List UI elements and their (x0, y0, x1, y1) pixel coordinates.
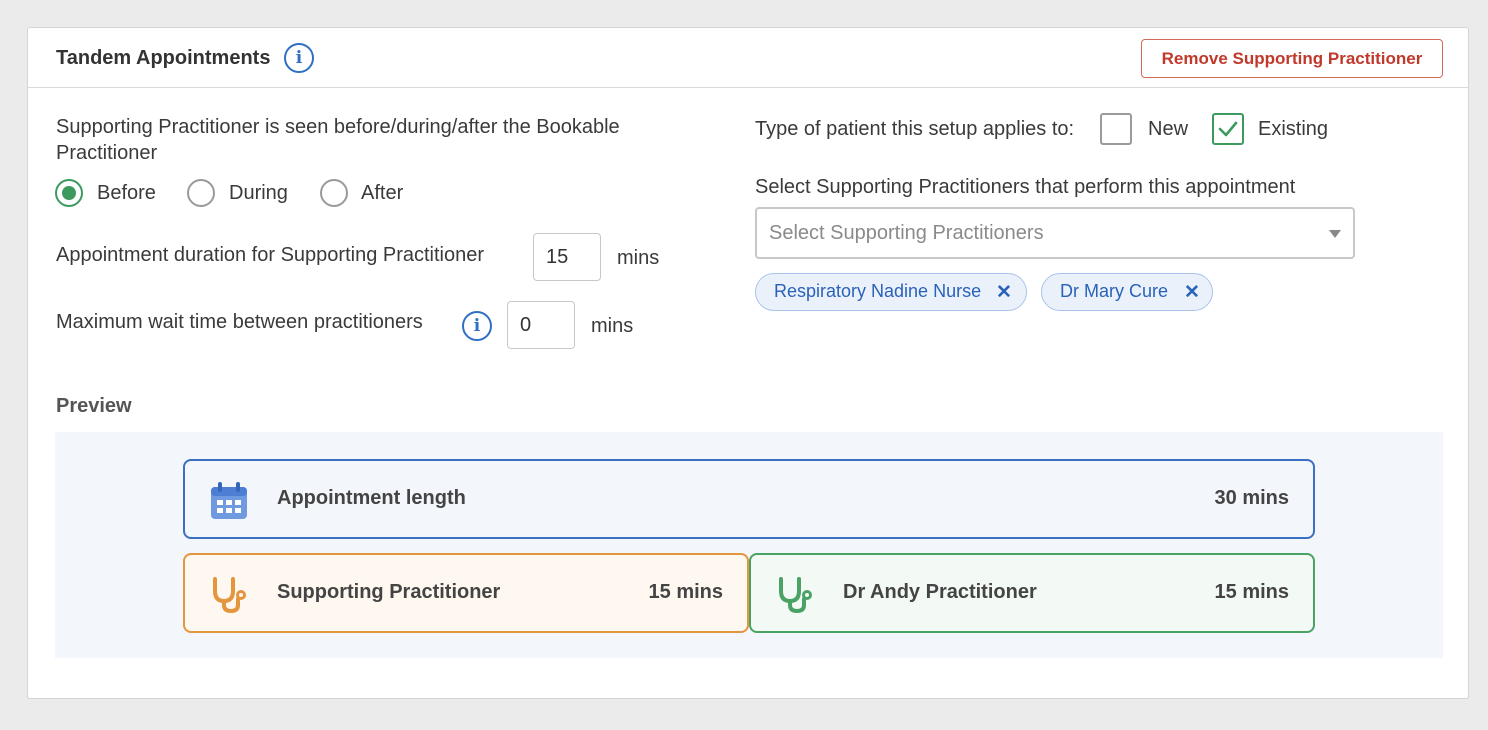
chip-dr-mary-cure: Dr Mary Cure ✕ (1041, 273, 1213, 311)
supporting-practitioner-name: Supporting Practitioner (277, 581, 501, 603)
chip-label: Dr Mary Cure (1060, 281, 1169, 301)
chip-respiratory-nadine-nurse: Respiratory Nadine Nurse ✕ (755, 273, 1027, 311)
bookable-practitioner-name: Dr Andy Practitioner (843, 581, 1037, 603)
bookable-practitioner-duration: 15 mins (1214, 581, 1289, 603)
supporting-practitioners-select[interactable]: Select Supporting Practitioners (755, 207, 1355, 259)
checkmark-icon (1218, 121, 1238, 137)
appointment-length-duration: 30 mins (1214, 487, 1289, 509)
panel-header: Tandem Appointments i Remove Supporting … (28, 28, 1468, 88)
radio-during-label: During (229, 182, 288, 204)
remove-chip-icon[interactable]: ✕ (996, 281, 1012, 304)
checkbox-new-label: New (1148, 118, 1189, 140)
remove-supporting-practitioner-button[interactable]: Remove Supporting Practitioner (1141, 39, 1443, 78)
tandem-appointments-panel: Tandem Appointments i Remove Supporting … (27, 27, 1469, 699)
remove-chip-icon[interactable]: ✕ (1184, 281, 1200, 304)
checkbox-existing[interactable] (1212, 113, 1244, 145)
preview-label: Preview (56, 395, 132, 417)
info-icon[interactable]: i (284, 43, 314, 73)
appointment-length-name: Appointment length (277, 487, 466, 509)
stethoscope-icon (213, 577, 246, 614)
stethoscope-icon (779, 577, 812, 614)
supporting-practitioner-bar: Supporting Practitioner 15 mins (183, 553, 749, 633)
page-title: Tandem Appointments (56, 47, 271, 69)
supporting-practitioner-duration: 15 mins (648, 581, 723, 603)
max-wait-unit: mins (591, 315, 634, 337)
checkbox-new[interactable] (1100, 113, 1132, 145)
duration-label: Appointment duration for Supporting Prac… (56, 244, 485, 266)
radio-before-label: Before (97, 182, 156, 204)
duration-input[interactable] (533, 233, 601, 281)
select-placeholder: Select Supporting Practitioners (769, 222, 1044, 244)
timing-question: Supporting Practitioner is seen before/d… (56, 116, 620, 164)
bookable-practitioner-bar: Dr Andy Practitioner 15 mins (749, 553, 1315, 633)
max-wait-info-icon[interactable]: i (462, 311, 492, 341)
max-wait-label: Maximum wait time between practitioners (56, 311, 423, 333)
chip-label: Respiratory Nadine Nurse (774, 281, 982, 301)
preview-area: Appointment length 30 mins Supporting Pr… (55, 432, 1443, 658)
max-wait-input[interactable] (507, 301, 575, 349)
appointment-length-bar: Appointment length 30 mins (183, 459, 1315, 539)
calendar-icon (211, 482, 247, 519)
radio-during[interactable] (187, 179, 215, 207)
radio-after-label: After (361, 182, 404, 204)
patient-type-label: Type of patient this setup applies to: (755, 118, 1075, 140)
radio-after[interactable] (320, 179, 348, 207)
radio-before[interactable] (55, 179, 83, 207)
chevron-down-icon[interactable] (1329, 230, 1341, 238)
checkbox-existing-label: Existing (1258, 118, 1329, 140)
supporting-select-label: Select Supporting Practitioners that per… (755, 176, 1296, 198)
duration-unit: mins (617, 247, 660, 269)
